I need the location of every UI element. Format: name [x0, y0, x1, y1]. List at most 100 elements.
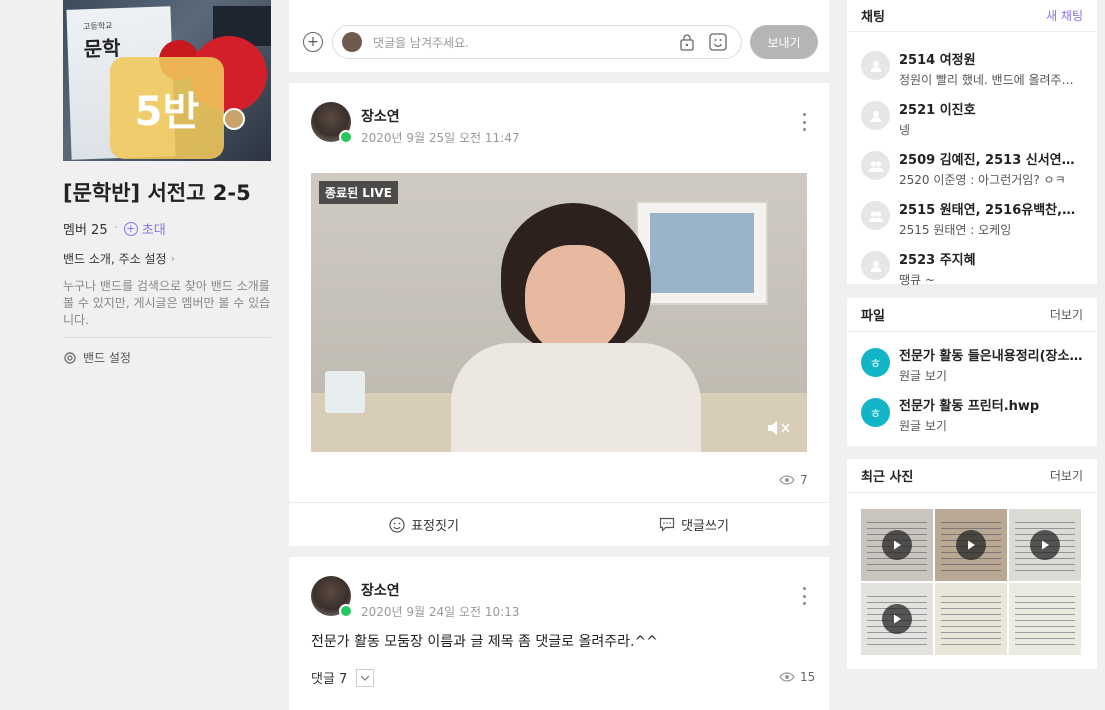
send-button[interactable]: 보내기 [750, 25, 818, 59]
comment-count-label: 댓글 7 [311, 672, 348, 687]
comment-icon [659, 517, 675, 532]
file-item[interactable]: ㅎ 전문가 활동 프린터.hwp 원글 보기 [847, 390, 1097, 440]
chat-name: 2509 김예진, 2513 신서연, 2520 이준영 [899, 153, 1079, 168]
band-settings-label: 밴드 설정 [83, 351, 131, 365]
members-count[interactable]: 멤버 25 [63, 219, 108, 238]
file-name: 전문가 활동 들은내용정리(장소연).hwp [899, 349, 1083, 364]
more-options-icon[interactable] [799, 113, 809, 131]
chat-last-message: 넹 [899, 123, 911, 137]
post-card: 장소연 2020년 9월 24일 오전 10:13 전문가 활동 모둠장 이름과… [289, 557, 829, 710]
cover-book-title: 문학 [83, 36, 122, 62]
play-icon [1030, 530, 1060, 560]
video-thumbnail[interactable] [861, 509, 933, 581]
invite-label: 초대 [141, 223, 166, 238]
lock-icon[interactable] [679, 33, 695, 51]
band-description: 누구나 밴드를 검색으로 찾아 밴드 소개를 볼 수 있지만, 게시글은 멤버만… [63, 279, 271, 327]
chat-item[interactable]: 2509 김예진, 2513 신서연, 2520 이준영 2520 이준영 : … [847, 140, 1097, 190]
post-action-bar: 표정짓기 댓글쓰기 [289, 502, 829, 546]
file-item[interactable]: ㅎ 전문가 활동 들은내용정리(장소연).hwp 원글 보기 [847, 340, 1097, 390]
band-intro-link[interactable]: 밴드 소개, 주소 설정 › [63, 250, 271, 267]
view-original-post-link[interactable]: 원글 보기 [899, 367, 1097, 384]
chevron-down-icon[interactable] [356, 668, 375, 687]
smile-icon [389, 516, 405, 533]
photo-thumbnail[interactable] [1009, 583, 1081, 655]
chat-name: 2523 주지혜 [899, 253, 976, 268]
chat-item[interactable]: 2514 여정원 정원이 빨리 했네. 밴드에 올려주면... [847, 40, 1097, 90]
new-chat-button[interactable]: 새 채팅 [1046, 7, 1083, 24]
view-count: 7 [779, 473, 808, 487]
chat-name: 2521 이진호 [899, 103, 976, 118]
thumbnail-content [1015, 591, 1075, 647]
invite-button[interactable]: + 초대 [123, 219, 166, 238]
chat-item[interactable]: 2523 주지혜 땡큐 ~ [847, 240, 1097, 290]
file-name: 전문가 활동 프린터.hwp [899, 399, 1040, 414]
write-comment-button[interactable]: 댓글쓰기 [559, 503, 829, 546]
video-thumbnail[interactable] [935, 509, 1007, 581]
video-thumbnail[interactable] [1009, 509, 1081, 581]
member-row: 멤버 25 · + 초대 [63, 219, 271, 238]
view-count-value: 15 [800, 670, 816, 684]
divider [63, 337, 271, 338]
photos-panel-title: 최근 사진 [861, 470, 914, 485]
post-date: 2020년 9월 24일 오전 10:13 [361, 605, 520, 619]
avatar[interactable] [311, 102, 353, 144]
avatar[interactable] [311, 576, 353, 618]
view-count-value: 7 [800, 473, 808, 487]
group-icon [861, 151, 890, 180]
chat-item[interactable]: 2521 이진호 넹 [847, 90, 1097, 140]
post-date: 2020년 9월 25일 오전 11:47 [361, 131, 520, 145]
chat-item[interactable]: 2515 원태연, 2516유백찬, 2519 이지민 2515 원태연 : 오… [847, 190, 1097, 240]
band-cover-image[interactable]: 고등학교 문학 5반 [63, 0, 271, 161]
post-author[interactable]: 장소연 [361, 106, 400, 126]
person-icon [861, 101, 890, 130]
post-body: 전문가 활동 모둠장 이름과 글 제목 좀 댓글로 올려주라.^^ [311, 634, 658, 650]
avatar [342, 32, 362, 52]
live-video[interactable]: 종료된 LIVE [311, 173, 807, 452]
photos-more-link[interactable]: 더보기 [1050, 467, 1083, 484]
comment-count[interactable]: 댓글 7 [311, 668, 375, 687]
chat-panel-header: 채팅 새 채팅 [847, 0, 1097, 32]
cover-book-sub: 고등학교 [82, 21, 113, 32]
plus-icon: + [307, 34, 319, 50]
band-title[interactable]: [문학반] 서전고 2-5 [63, 177, 271, 207]
video-scene [525, 245, 625, 355]
comment-box: + 댓글을 남겨주세요. 보내기 [289, 0, 829, 72]
view-original-post-link[interactable]: 원글 보기 [899, 417, 1097, 434]
band-intro-label: 밴드 소개, 주소 설정 [63, 252, 167, 266]
react-button[interactable]: 표정짓기 [289, 503, 559, 546]
cover-chip [223, 108, 245, 130]
hwp-file-icon: ㅎ [861, 398, 890, 427]
band-sidebar: 고등학교 문학 5반 [문학반] 서전고 2-5 멤버 25 · + 초대 밴드… [63, 0, 271, 366]
eye-icon [779, 672, 795, 682]
chat-panel: 채팅 새 채팅 2514 여정원 정원이 빨리 했네. 밴드에 올려주면... … [847, 0, 1097, 287]
video-thumbnail[interactable] [861, 583, 933, 655]
comment-input[interactable]: 댓글을 남겨주세요. [332, 25, 742, 59]
cover-badge-text: 5반 [134, 89, 200, 135]
file-list: ㅎ 전문가 활동 들은내용정리(장소연).hwp 원글 보기 ㅎ 전문가 활동 … [847, 332, 1097, 440]
emoji-icon[interactable] [709, 33, 727, 51]
eye-icon [779, 475, 795, 485]
mute-icon[interactable] [765, 418, 793, 438]
photo-thumbnail[interactable] [935, 583, 1007, 655]
files-panel-header: 파일 더보기 [847, 298, 1097, 332]
chat-last-message: 2515 원태연 : 오케잉 [899, 223, 1012, 237]
comment-placeholder: 댓글을 남겨주세요. [373, 35, 469, 50]
files-more-link[interactable]: 더보기 [1050, 306, 1083, 323]
video-scene [451, 343, 701, 452]
more-options-icon[interactable] [799, 587, 809, 605]
video-scene [636, 201, 768, 305]
band-settings-button[interactable]: 밴드 설정 [63, 349, 271, 366]
post-author[interactable]: 장소연 [361, 580, 400, 600]
person-icon [861, 251, 890, 280]
gear-icon [64, 351, 76, 364]
photos-panel-header: 최근 사진 더보기 [847, 459, 1097, 493]
thumbnail-content [941, 591, 1001, 647]
files-panel-title: 파일 [861, 309, 885, 324]
cover-badge: 5반 [110, 57, 224, 159]
play-icon [956, 530, 986, 560]
play-icon [882, 604, 912, 634]
recent-photos-panel: 최근 사진 더보기 [847, 459, 1097, 669]
add-attachment-button[interactable]: + [303, 32, 323, 52]
video-scene [325, 371, 365, 413]
post-card: 장소연 2020년 9월 25일 오전 11:47 종료된 LIVE 7 표정짓… [289, 83, 829, 546]
